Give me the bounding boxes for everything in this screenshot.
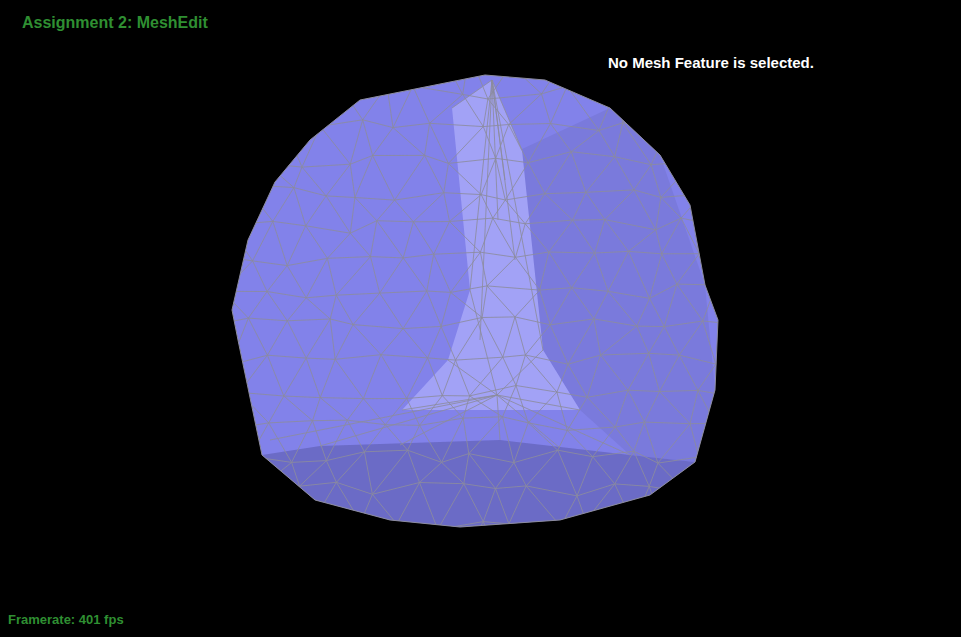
mesh-view[interactable] xyxy=(0,0,961,637)
mesh-surface[interactable] xyxy=(232,75,718,527)
mesh-wireframe xyxy=(201,53,769,562)
framerate-label: Framerate: 401 fps xyxy=(8,612,124,628)
app-title: Assignment 2: MeshEdit xyxy=(22,13,208,32)
selection-status: No Mesh Feature is selected. xyxy=(608,54,814,72)
viewport[interactable]: Assignment 2: MeshEdit No Mesh Feature i… xyxy=(0,0,961,637)
